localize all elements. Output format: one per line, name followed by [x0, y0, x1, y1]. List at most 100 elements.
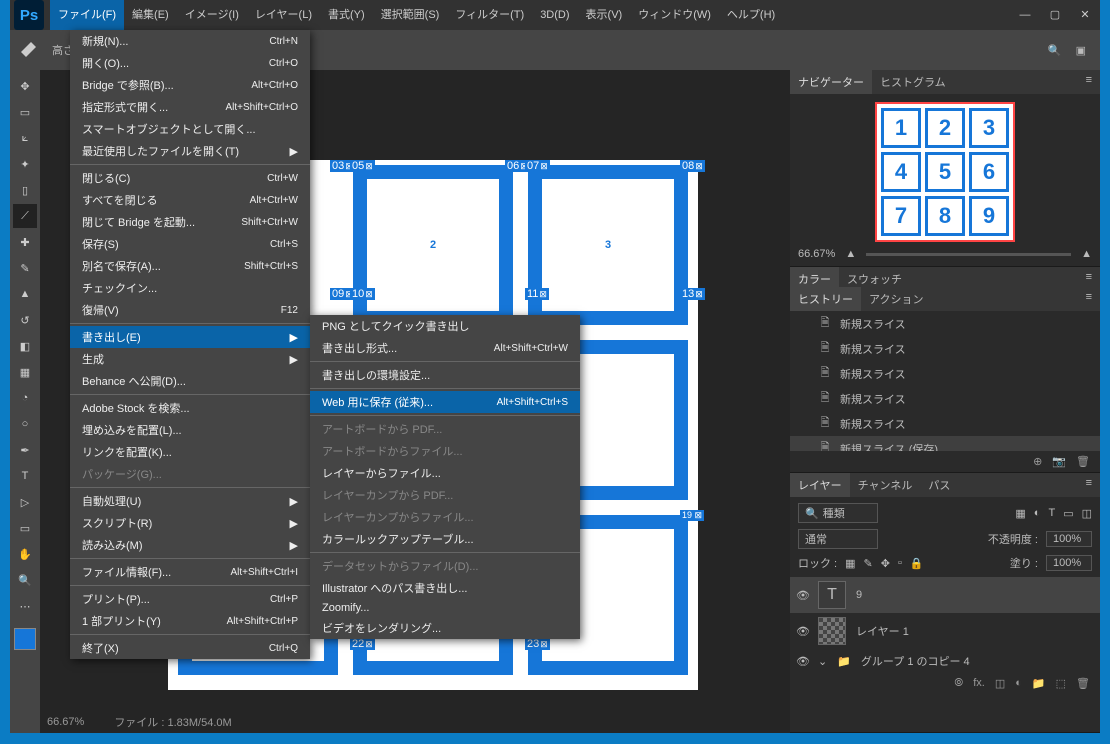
menu-3d[interactable]: 3D(D) — [532, 0, 577, 30]
menu-item[interactable]: 開く(O)...Ctrl+O — [70, 52, 310, 74]
menu-item[interactable]: 埋め込みを配置(L)... — [70, 419, 310, 441]
status-zoom[interactable]: 66.67% — [47, 716, 84, 728]
layer-row[interactable]: 👁 T 9 — [790, 577, 1100, 613]
layer-row[interactable]: 👁 ⌄ 📁 グループ 1 のコピー 4 — [790, 649, 1100, 673]
menu-item[interactable]: 生成▶ — [70, 348, 310, 370]
fill-value[interactable]: 100% — [1046, 555, 1092, 571]
lock-artboard-icon[interactable]: ▫ — [898, 557, 902, 569]
menu-item[interactable]: 閉じて Bridge を起動...Shift+Ctrl+W — [70, 211, 310, 233]
menu-item[interactable]: 別名で保存(A)...Shift+Ctrl+S — [70, 255, 310, 277]
win-max-icon[interactable]: ▢ — [1040, 0, 1070, 30]
history-brush-icon[interactable]: ↺ — [13, 308, 37, 332]
history-item[interactable]: 新規スライス — [840, 366, 906, 382]
menu-window[interactable]: ウィンドウ(W) — [630, 0, 719, 30]
new-layer-icon[interactable]: ⬚ — [1056, 677, 1066, 690]
camera-icon[interactable]: 📷 — [1052, 455, 1066, 468]
navigator-zoom[interactable]: 66.67% — [798, 248, 835, 260]
file-menu[interactable]: 新規(N)...Ctrl+N開く(O)...Ctrl+OBridge で参照(B… — [70, 30, 310, 659]
history-item[interactable]: 新規スライス — [840, 391, 906, 407]
menu-edit[interactable]: 編集(E) — [124, 0, 177, 30]
group-icon[interactable]: 📁 — [1032, 677, 1046, 690]
trash-icon[interactable]: 🗑 — [1076, 677, 1090, 690]
link-icon[interactable]: ⦾ — [954, 677, 963, 690]
filter-smart-icon[interactable]: ◫ — [1082, 507, 1092, 520]
menu-item[interactable]: 閉じる(C)Ctrl+W — [70, 167, 310, 189]
menu-item[interactable]: Bridge で参照(B)...Alt+Ctrl+O — [70, 74, 310, 96]
menu-item[interactable]: 新規(N)...Ctrl+N — [70, 30, 310, 52]
filter-shape-icon[interactable]: ▭ — [1063, 507, 1073, 520]
layer-list[interactable]: 👁 T 9 👁 レイヤー 1 👁 ⌄ 📁 グループ 1 のコピー 4 — [790, 577, 1100, 673]
menu-item[interactable]: 保存(S)Ctrl+S — [70, 233, 310, 255]
lock-trans-icon[interactable]: ▦ — [845, 557, 855, 570]
panel-menu-icon[interactable]: ≡ — [1078, 287, 1100, 311]
magic-wand-icon[interactable]: ✦ — [13, 152, 37, 176]
export-submenu[interactable]: PNG としてクイック書き出し書き出し形式...Alt+Shift+Ctrl+W… — [310, 315, 580, 639]
dodge-tool-icon[interactable]: ○ — [13, 412, 37, 436]
blur-tool-icon[interactable]: ◔ — [13, 386, 37, 410]
menu-item[interactable]: 最近使用したファイルを開く(T)▶ — [70, 140, 310, 162]
menu-item[interactable]: 復帰(V)F12 — [70, 299, 310, 321]
navigator-thumb[interactable]: 1 2 3 4 5 6 7 8 9 — [790, 94, 1100, 246]
hand-tool-icon[interactable]: ✋ — [13, 542, 37, 566]
history-item[interactable]: 新規スライス — [840, 416, 906, 432]
menu-item[interactable]: 書き出し(E)▶ — [70, 326, 310, 348]
menu-item[interactable]: PNG としてクイック書き出し — [310, 315, 580, 337]
panel-menu-icon[interactable]: ≡ — [1078, 473, 1100, 497]
crop-tool-icon[interactable]: ▯ — [13, 178, 37, 202]
menu-item[interactable]: プリント(P)...Ctrl+P — [70, 588, 310, 610]
status-file[interactable]: ファイル : 1.83M/54.0M — [114, 714, 231, 730]
menu-item[interactable]: レイヤーからファイル... — [310, 462, 580, 484]
win-min-icon[interactable]: — — [1010, 0, 1040, 30]
tab-channels[interactable]: チャンネル — [850, 473, 921, 497]
fx-icon[interactable]: fx. — [973, 677, 985, 690]
menu-item[interactable]: Illustrator へのパス書き出し... — [310, 577, 580, 599]
search-icon[interactable]: 🔍 — [1048, 44, 1062, 57]
menu-item[interactable]: スクリプト(R)▶ — [70, 512, 310, 534]
trash-icon[interactable]: 🗑 — [1076, 455, 1090, 468]
menu-item[interactable]: 指定形式で開く...Alt+Shift+Ctrl+O — [70, 96, 310, 118]
menu-item[interactable]: 1 部プリント(Y)Alt+Shift+Ctrl+P — [70, 610, 310, 632]
menu-select[interactable]: 選択範囲(S) — [373, 0, 448, 30]
menu-view[interactable]: 表示(V) — [578, 0, 631, 30]
layer-name[interactable]: レイヤー 1 — [856, 623, 909, 639]
lock-pos-icon[interactable]: ✥ — [881, 557, 890, 570]
filter-pixel-icon[interactable]: ▦ — [1015, 507, 1025, 520]
brush-tool-icon[interactable]: ✎ — [13, 256, 37, 280]
menu-item[interactable]: Zoomify... — [310, 599, 580, 617]
zoom-slider[interactable] — [866, 253, 1071, 256]
gradient-tool-icon[interactable]: ▦ — [13, 360, 37, 384]
layer-name[interactable]: 9 — [856, 589, 862, 601]
tab-history[interactable]: ヒストリー — [790, 287, 861, 311]
menu-item[interactable]: 自動処理(U)▶ — [70, 490, 310, 512]
menu-item[interactable]: Adobe Stock を検索... — [70, 397, 310, 419]
menu-type[interactable]: 書式(Y) — [320, 0, 373, 30]
layer-kind-select[interactable]: 🔍 種類 — [798, 503, 878, 523]
menu-item[interactable]: リンクを配置(K)... — [70, 441, 310, 463]
history-item[interactable]: 新規スライス (保存) — [840, 441, 938, 452]
mask-icon[interactable]: ◫ — [995, 677, 1005, 690]
panel-menu-icon[interactable]: ≡ — [1078, 70, 1100, 94]
heal-tool-icon[interactable]: ✚ — [13, 230, 37, 254]
menu-item[interactable]: ビデオをレンダリング... — [310, 617, 580, 639]
lasso-tool-icon[interactable]: ⟀ — [13, 126, 37, 150]
menu-item[interactable]: 書き出し形式...Alt+Shift+Ctrl+W — [310, 337, 580, 359]
zoom-in-icon[interactable]: ▲ — [1081, 248, 1092, 260]
history-list[interactable]: 🗎新規スライス 🗎新規スライス 🗎新規スライス 🗎新規スライス 🗎新規スライス … — [790, 311, 1100, 451]
eyedropper-tool-icon[interactable]: ⟋ — [13, 204, 37, 228]
zoom-tool-icon[interactable]: 🔍 — [13, 568, 37, 592]
marquee-tool-icon[interactable]: ▭ — [13, 100, 37, 124]
menu-file[interactable]: ファイル(F) — [50, 0, 124, 30]
menu-item[interactable]: 書き出しの環境設定... — [310, 364, 580, 386]
history-item[interactable]: 新規スライス — [840, 316, 906, 332]
menu-item[interactable]: Behance へ公開(D)... — [70, 370, 310, 392]
tab-paths[interactable]: パス — [920, 473, 958, 497]
menu-item[interactable]: Web 用に保存 (従来)...Alt+Shift+Ctrl+S — [310, 391, 580, 413]
eye-icon[interactable]: 👁 — [796, 589, 808, 602]
chevron-icon[interactable]: ⌄ — [818, 655, 827, 668]
tab-action[interactable]: アクション — [861, 287, 931, 311]
menu-help[interactable]: ヘルプ(H) — [719, 0, 783, 30]
screen-mode-icon[interactable]: ▣ — [1076, 44, 1086, 57]
new-snapshot-icon[interactable]: ⊕ — [1033, 455, 1042, 468]
adjustment-icon[interactable]: ◐ — [1015, 677, 1022, 690]
zoom-out-icon[interactable]: ▲ — [845, 248, 856, 260]
